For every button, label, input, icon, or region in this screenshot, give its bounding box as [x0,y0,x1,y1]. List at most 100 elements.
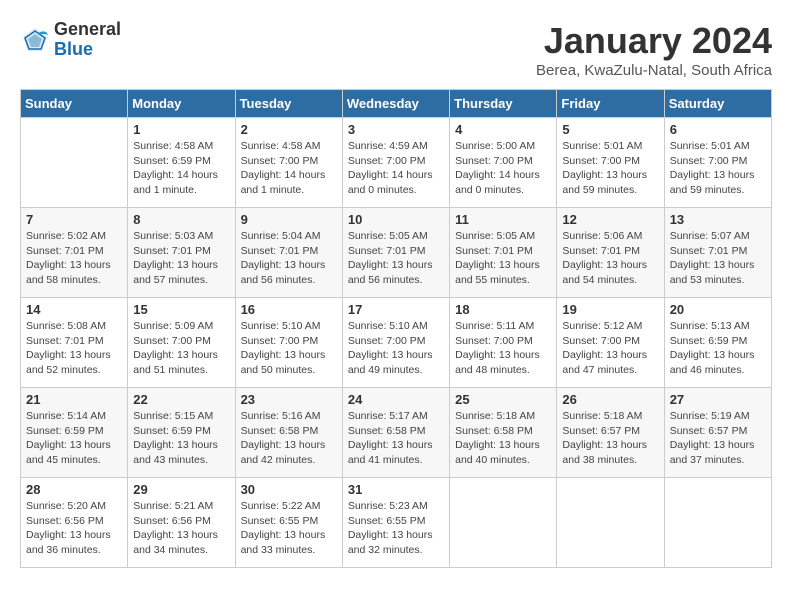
calendar-cell: 17 Sunrise: 5:10 AMSunset: 7:00 PMDayligh… [342,298,449,388]
calendar-cell: 1 Sunrise: 4:58 AMSunset: 6:59 PMDaylight… [128,118,235,208]
calendar-cell: 3Sunrise: 4:59 AMSunset: 7:00 PMDaylight… [342,118,449,208]
calendar-cell: 15 Sunrise: 5:09 AMSunset: 7:00 PMDayligh… [128,298,235,388]
day-number: 9 [241,212,337,227]
cell-info: Sunrise: 5:13 AMSunset: 6:59 PMDaylight:… [670,319,766,378]
day-number: 10 [348,212,444,227]
day-number: 1 [133,122,229,137]
calendar-cell [557,478,664,568]
day-number: 4 [455,122,551,137]
calendar-header-row: SundayMondayTuesdayWednesdayThursdayFrid… [21,90,772,118]
calendar-cell: 13 Sunrise: 5:07 AMSunset: 7:01 PMDayligh… [664,208,771,298]
day-number: 14 [26,302,122,317]
calendar-cell: 26Sunrise: 5:18 AMSunset: 6:57 PMDayligh… [557,388,664,478]
day-header-friday: Friday [557,90,664,118]
day-number: 11 [455,212,551,227]
day-number: 5 [562,122,658,137]
day-header-tuesday: Tuesday [235,90,342,118]
day-number: 29 [133,482,229,497]
calendar-cell [21,118,128,208]
day-header-sunday: Sunday [21,90,128,118]
day-number: 3 [348,122,444,137]
calendar-week-row: 7 Sunrise: 5:02 AMSunset: 7:01 PMDaylight… [21,208,772,298]
cell-info: Sunrise: 5:07 AMSunset: 7:01 PMDaylight:… [670,229,766,288]
cell-info: Sunrise: 5:18 AMSunset: 6:58 PMDaylight:… [455,409,551,468]
day-number: 31 [348,482,444,497]
day-number: 7 [26,212,122,227]
cell-info: Sunrise: 5:21 AMSunset: 6:56 PMDaylight:… [133,499,229,558]
cell-info: Sunrise: 5:00 AMSunset: 7:00 PMDaylight:… [455,139,551,198]
calendar-cell: 8 Sunrise: 5:03 AMSunset: 7:01 PMDaylight… [128,208,235,298]
day-number: 30 [241,482,337,497]
cell-info: Sunrise: 5:12 AMSunset: 7:00 PMDaylight:… [562,319,658,378]
calendar-cell: 19 Sunrise: 5:12 AMSunset: 7:00 PMDayligh… [557,298,664,388]
calendar-cell: 29 Sunrise: 5:21 AMSunset: 6:56 PMDayligh… [128,478,235,568]
day-number: 27 [670,392,766,407]
day-number: 17 [348,302,444,317]
cell-info: Sunrise: 5:09 AMSunset: 7:00 PMDaylight:… [133,319,229,378]
logo-text: General Blue [54,20,121,60]
calendar-cell [664,478,771,568]
cell-info: Sunrise: 5:16 AMSunset: 6:58 PMDaylight:… [241,409,337,468]
day-number: 20 [670,302,766,317]
logo-blue-text: Blue [54,40,121,60]
calendar-week-row: 1 Sunrise: 4:58 AMSunset: 6:59 PMDaylight… [21,118,772,208]
cell-info: Sunrise: 5:02 AMSunset: 7:01 PMDaylight:… [26,229,122,288]
day-number: 26 [562,392,658,407]
logo-icon [20,25,50,55]
calendar-cell: 25Sunrise: 5:18 AMSunset: 6:58 PMDayligh… [450,388,557,478]
calendar-cell: 20 Sunrise: 5:13 AMSunset: 6:59 PMDayligh… [664,298,771,388]
cell-info: Sunrise: 5:23 AMSunset: 6:55 PMDaylight:… [348,499,444,558]
calendar-cell: 30 Sunrise: 5:22 AMSunset: 6:55 PMDayligh… [235,478,342,568]
calendar-cell: 28 Sunrise: 5:20 AMSunset: 6:56 PMDayligh… [21,478,128,568]
calendar-week-row: 14 Sunrise: 5:08 AMSunset: 7:01 PMDayligh… [21,298,772,388]
calendar-table: SundayMondayTuesdayWednesdayThursdayFrid… [20,89,772,568]
calendar-cell: 12 Sunrise: 5:06 AMSunset: 7:01 PMDayligh… [557,208,664,298]
day-number: 15 [133,302,229,317]
title-block: January 2024 Berea, KwaZulu-Natal, South… [536,20,772,79]
day-number: 12 [562,212,658,227]
cell-info: Sunrise: 5:10 AMSunset: 7:00 PMDaylight:… [348,319,444,378]
day-header-saturday: Saturday [664,90,771,118]
cell-info: Sunrise: 5:01 AMSunset: 7:00 PMDaylight:… [670,139,766,198]
calendar-cell: 21Sunrise: 5:14 AMSunset: 6:59 PMDayligh… [21,388,128,478]
calendar-cell: 2Sunrise: 4:58 AMSunset: 7:00 PMDaylight… [235,118,342,208]
calendar-cell: 6Sunrise: 5:01 AMSunset: 7:00 PMDaylight… [664,118,771,208]
day-header-wednesday: Wednesday [342,90,449,118]
cell-info: Sunrise: 4:58 AMSunset: 6:59 PMDaylight:… [133,139,229,198]
cell-info: Sunrise: 5:15 AMSunset: 6:59 PMDaylight:… [133,409,229,468]
cell-info: Sunrise: 5:11 AMSunset: 7:00 PMDaylight:… [455,319,551,378]
calendar-cell: 24Sunrise: 5:17 AMSunset: 6:58 PMDayligh… [342,388,449,478]
day-number: 8 [133,212,229,227]
calendar-cell: 14 Sunrise: 5:08 AMSunset: 7:01 PMDayligh… [21,298,128,388]
calendar-cell: 18 Sunrise: 5:11 AMSunset: 7:00 PMDayligh… [450,298,557,388]
day-number: 18 [455,302,551,317]
cell-info: Sunrise: 5:19 AMSunset: 6:57 PMDaylight:… [670,409,766,468]
day-number: 28 [26,482,122,497]
cell-info: Sunrise: 5:03 AMSunset: 7:01 PMDaylight:… [133,229,229,288]
logo: General Blue [20,20,121,60]
calendar-week-row: 21Sunrise: 5:14 AMSunset: 6:59 PMDayligh… [21,388,772,478]
logo-general-text: General [54,20,121,40]
page-header: General Blue January 2024 Berea, KwaZulu… [20,20,772,79]
cell-info: Sunrise: 5:22 AMSunset: 6:55 PMDaylight:… [241,499,337,558]
cell-info: Sunrise: 5:05 AMSunset: 7:01 PMDaylight:… [455,229,551,288]
cell-info: Sunrise: 5:05 AMSunset: 7:01 PMDaylight:… [348,229,444,288]
cell-info: Sunrise: 4:58 AMSunset: 7:00 PMDaylight:… [241,139,337,198]
location-subtitle: Berea, KwaZulu-Natal, South Africa [536,62,772,79]
cell-info: Sunrise: 5:06 AMSunset: 7:01 PMDaylight:… [562,229,658,288]
cell-info: Sunrise: 5:14 AMSunset: 6:59 PMDaylight:… [26,409,122,468]
cell-info: Sunrise: 5:04 AMSunset: 7:01 PMDaylight:… [241,229,337,288]
day-number: 24 [348,392,444,407]
calendar-cell: 7 Sunrise: 5:02 AMSunset: 7:01 PMDaylight… [21,208,128,298]
calendar-cell: 16 Sunrise: 5:10 AMSunset: 7:00 PMDayligh… [235,298,342,388]
month-title: January 2024 [536,20,772,62]
day-number: 19 [562,302,658,317]
cell-info: Sunrise: 5:20 AMSunset: 6:56 PMDaylight:… [26,499,122,558]
day-number: 16 [241,302,337,317]
cell-info: Sunrise: 5:08 AMSunset: 7:01 PMDaylight:… [26,319,122,378]
day-number: 13 [670,212,766,227]
calendar-cell: 10 Sunrise: 5:05 AMSunset: 7:01 PMDayligh… [342,208,449,298]
calendar-cell: 5 Sunrise: 5:01 AMSunset: 7:00 PMDaylight… [557,118,664,208]
cell-info: Sunrise: 5:01 AMSunset: 7:00 PMDaylight:… [562,139,658,198]
cell-info: Sunrise: 5:10 AMSunset: 7:00 PMDaylight:… [241,319,337,378]
